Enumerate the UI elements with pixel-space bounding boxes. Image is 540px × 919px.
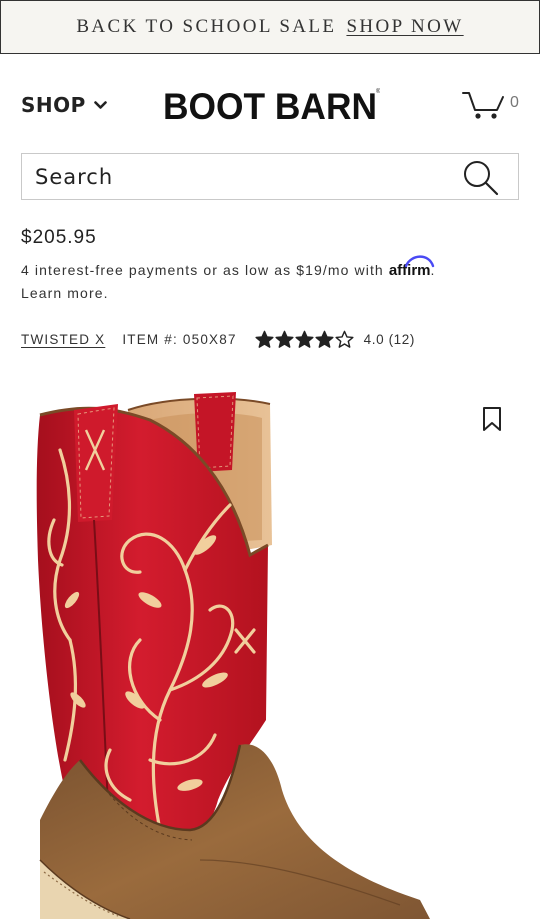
shop-menu-button[interactable]: SHOP bbox=[21, 93, 107, 117]
star-filled-icon bbox=[255, 330, 274, 348]
affirm-arc-icon bbox=[404, 255, 435, 268]
shop-menu-label: SHOP bbox=[21, 93, 86, 117]
cart-count: 0 bbox=[510, 94, 519, 111]
rating-count[interactable]: 4.0 (12) bbox=[364, 332, 415, 347]
rating-stars[interactable] bbox=[255, 330, 354, 349]
financing-info: 4 interest-free payments or as low as $1… bbox=[21, 255, 521, 304]
promo-text: BACK TO SCHOOL SALE bbox=[76, 16, 337, 37]
cart-button[interactable]: 0 bbox=[461, 90, 523, 122]
bookmark-icon[interactable] bbox=[482, 406, 502, 432]
item-number: ITEM #: 050X87 bbox=[122, 331, 237, 347]
chevron-down-icon bbox=[94, 100, 107, 109]
star-filled-icon bbox=[275, 330, 294, 348]
product-price: $205.95 bbox=[21, 227, 97, 248]
cart-icon bbox=[462, 92, 504, 119]
svg-text:®: ® bbox=[376, 88, 380, 95]
boot-barn-logo[interactable]: BOOT BARN ® bbox=[160, 84, 380, 126]
star-filled-icon bbox=[315, 330, 334, 348]
star-empty-icon bbox=[335, 330, 354, 348]
search-bar bbox=[21, 153, 519, 200]
star-filled-icon bbox=[295, 330, 314, 348]
product-image bbox=[36, 392, 430, 919]
shop-now-link[interactable]: SHOP NOW bbox=[346, 16, 463, 38]
search-icon[interactable] bbox=[462, 160, 500, 196]
product-meta: TWISTED X ITEM #: 050X87 4.0 (12) bbox=[21, 328, 415, 350]
affirm-logo: affirm bbox=[389, 255, 435, 279]
site-header: SHOP BOOT BARN ® 0 bbox=[0, 54, 540, 152]
brand-link[interactable]: TWISTED X bbox=[21, 332, 105, 347]
search-input[interactable] bbox=[22, 154, 452, 199]
promo-banner: BACK TO SCHOOL SALE SHOP NOW bbox=[0, 0, 540, 54]
installments-text: 4 interest-free payments or as low as $1… bbox=[21, 262, 384, 278]
learn-more-link[interactable]: Learn more. bbox=[21, 285, 109, 301]
logo-text: BOOT BARN bbox=[163, 86, 377, 126]
